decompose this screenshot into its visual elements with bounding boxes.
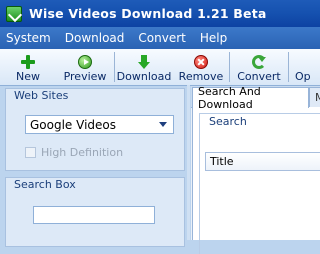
- play-icon: [78, 55, 92, 69]
- title-bar: Wise Videos Download 1.21 Beta: [0, 0, 320, 27]
- right-panel: Search And Download M Search Title: [191, 85, 320, 254]
- plus-icon: [21, 55, 35, 69]
- high-definition-option: High Definition: [25, 146, 123, 159]
- download-label: Download: [116, 70, 172, 83]
- preview-label: Preview: [63, 70, 107, 83]
- high-definition-label: High Definition: [41, 146, 124, 159]
- options-button[interactable]: Op: [289, 49, 319, 85]
- remove-icon: [194, 55, 208, 69]
- web-sites-group: Web Sites Google Videos High Definition: [5, 88, 185, 171]
- tab-search-and-download[interactable]: Search And Download: [192, 85, 309, 111]
- preview-button[interactable]: Preview: [56, 49, 114, 85]
- website-select[interactable]: Google Videos: [25, 115, 174, 134]
- menu-help[interactable]: Help: [194, 31, 233, 45]
- new-label: New: [16, 70, 40, 83]
- options-icon: [295, 55, 309, 69]
- menu-system[interactable]: System: [0, 31, 57, 45]
- menu-bar: System Download Convert Help: [0, 27, 320, 49]
- app-logo-icon: [6, 5, 22, 22]
- remove-button[interactable]: Remove: [173, 49, 229, 85]
- convert-button[interactable]: Convert: [230, 49, 288, 85]
- toolbar: New Preview Download Remove Convert Op: [0, 49, 320, 86]
- tab-content: Search Title: [192, 107, 320, 254]
- new-button[interactable]: New: [0, 49, 56, 85]
- web-sites-title: Web Sites: [14, 89, 69, 102]
- chevron-down-icon: [159, 122, 167, 127]
- menu-download[interactable]: Download: [59, 31, 131, 45]
- window-title: Wise Videos Download 1.21 Beta: [29, 6, 267, 21]
- down-arrow-icon: [137, 55, 151, 69]
- menu-convert[interactable]: Convert: [132, 31, 191, 45]
- tab-strip: Search And Download M: [191, 85, 320, 111]
- panel-splitter[interactable]: [187, 85, 190, 240]
- results-column-title[interactable]: Title: [205, 152, 320, 171]
- website-select-value: Google Videos: [30, 117, 117, 132]
- remove-label: Remove: [178, 70, 224, 83]
- search-group: Search: [199, 113, 320, 254]
- options-label: Op: [295, 70, 311, 83]
- search-input[interactable]: [33, 206, 155, 224]
- convert-icon: [252, 55, 266, 69]
- tab-second[interactable]: M: [309, 87, 320, 107]
- download-button[interactable]: Download: [115, 49, 173, 85]
- search-group-title: Search: [209, 115, 247, 128]
- search-box-title: Search Box: [14, 178, 76, 191]
- convert-label: Convert: [237, 70, 281, 83]
- high-definition-checkbox[interactable]: [25, 147, 36, 158]
